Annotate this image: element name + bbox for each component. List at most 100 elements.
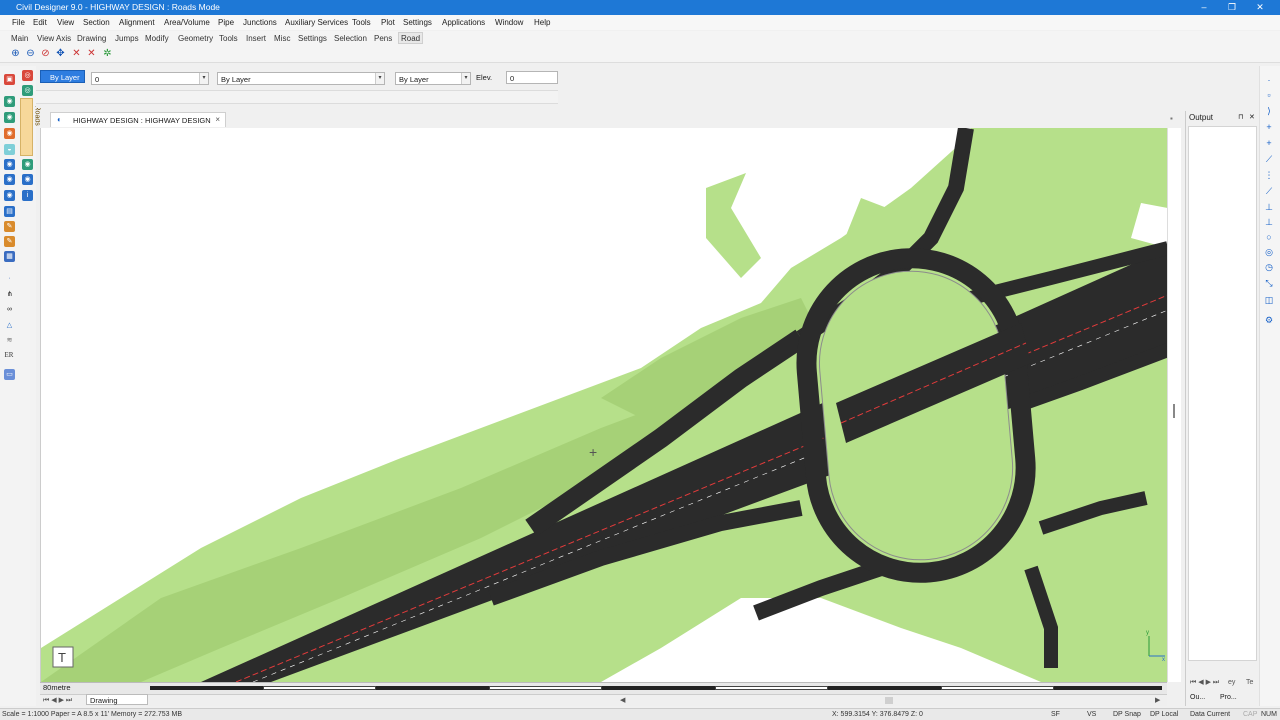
pin-icon[interactable]: ⊓: [1238, 113, 1243, 121]
perpendicular-snap-icon[interactable]: ⟋: [1264, 154, 1274, 164]
vertical-scrollbar[interactable]: [1167, 128, 1181, 682]
terrain-tool-icon[interactable]: ◉: [4, 128, 15, 139]
elevation-input[interactable]: 0: [506, 71, 558, 84]
panel-tab-3[interactable]: ey: [1228, 679, 1235, 686]
tangent-snap-icon[interactable]: ⊥: [1264, 202, 1274, 212]
table-tool-icon[interactable]: ▤: [4, 206, 15, 217]
zoom-extents-icon[interactable]: ✕: [71, 48, 82, 59]
pipe-tool-icon[interactable]: ◉: [4, 174, 15, 185]
midpoint-snap-icon[interactable]: +: [1264, 122, 1274, 132]
tab-pens[interactable]: Pens: [374, 34, 392, 43]
menu-applications[interactable]: Applications: [442, 18, 485, 27]
tab-selection[interactable]: Selection: [334, 34, 367, 43]
chevron-down-icon[interactable]: ▾: [375, 73, 384, 84]
square-snap-icon[interactable]: ▫: [1264, 90, 1274, 100]
grid-snap-icon[interactable]: ⋮: [1264, 170, 1274, 180]
scroll-right-icon[interactable]: ▶: [1155, 696, 1160, 704]
maximize-button[interactable]: ❐: [1222, 1, 1242, 14]
point-snap-icon[interactable]: ·: [1264, 75, 1274, 85]
zoom-previous-icon[interactable]: ✕: [86, 48, 97, 59]
menu-auxiliary-services[interactable]: Auxiliary Services: [285, 18, 348, 27]
drain-tool-icon[interactable]: ◉: [22, 174, 33, 185]
scrollbar-thumb[interactable]: [1173, 404, 1175, 418]
scroll-left-icon[interactable]: ◀: [620, 696, 625, 704]
nearest-snap-icon[interactable]: ⟋: [1264, 186, 1274, 196]
dp-local-toggle[interactable]: DP Local: [1147, 710, 1181, 720]
intersection-snap-icon[interactable]: +: [1264, 138, 1274, 148]
data-current-toggle[interactable]: Data Current: [1187, 710, 1233, 720]
tab-modify[interactable]: Modify: [145, 34, 169, 43]
roads-panel-tab[interactable]: Roads: [20, 98, 41, 156]
volume-tool-icon[interactable]: ◉: [22, 159, 33, 170]
menu-pipe[interactable]: Pipe: [218, 18, 234, 27]
close-panel-button[interactable]: ✕: [1249, 113, 1255, 121]
menu-plot[interactable]: Plot: [381, 18, 395, 27]
panel-tab-4[interactable]: Te: [1246, 679, 1253, 686]
settings-gear-icon[interactable]: ✲: [102, 48, 113, 59]
grid-tool-icon[interactable]: ◉: [4, 190, 15, 201]
layout-nav-icon[interactable]: ⏮ ◀ ▶ ⏭: [43, 696, 72, 705]
zoom-out-icon[interactable]: ⊖: [25, 48, 36, 59]
sf-toggle[interactable]: SF: [1048, 710, 1063, 720]
tab-tools[interactable]: Tools: [219, 34, 238, 43]
dp-snap-toggle[interactable]: DP Snap: [1110, 710, 1144, 720]
chevron-down-icon[interactable]: ▾: [199, 73, 208, 84]
panel-nav-icon[interactable]: ⏮ ◀ ▶ ⏭: [1190, 678, 1219, 687]
link-tool-icon[interactable]: ∞: [4, 304, 15, 315]
intersection-tool-icon[interactable]: ◎: [22, 85, 33, 96]
tab-view-axis[interactable]: View Axis: [37, 34, 71, 43]
minimize-button[interactable]: –: [1194, 1, 1214, 14]
properties-tab[interactable]: Pro...: [1220, 694, 1237, 701]
tab-road[interactable]: Road: [398, 32, 424, 44]
circle-snap-icon[interactable]: ○: [1264, 232, 1274, 242]
pan-icon[interactable]: ✥: [55, 48, 66, 59]
section-tool-icon[interactable]: ◉: [4, 112, 15, 123]
tab-geometry[interactable]: Geometry: [178, 34, 213, 43]
triangle-tool-icon[interactable]: △: [4, 320, 15, 331]
profile-tool-icon[interactable]: ◉: [4, 159, 15, 170]
node-snap-icon[interactable]: ◫: [1264, 295, 1274, 305]
menu-window[interactable]: Window: [495, 18, 523, 27]
tab-settings[interactable]: Settings: [298, 34, 327, 43]
menu-settings[interactable]: Settings: [403, 18, 432, 27]
edit-tool-icon[interactable]: ✎: [4, 221, 15, 232]
menu-section[interactable]: Section: [83, 18, 110, 27]
zoom-in-icon[interactable]: ⊕: [10, 48, 21, 59]
menu-help[interactable]: Help: [534, 18, 550, 27]
horizontal-scroll-thumb[interactable]: [885, 697, 893, 704]
color-bylayer-button[interactable]: By Layer: [40, 70, 85, 83]
menu-area-volume[interactable]: Area/Volume: [164, 18, 210, 27]
hatch-tool-icon[interactable]: ≋: [4, 335, 15, 346]
output-tab[interactable]: Ou...: [1190, 694, 1205, 701]
vs-toggle[interactable]: VS: [1084, 710, 1099, 720]
lineweight-select[interactable]: By Layer ▾: [395, 72, 471, 85]
parallel-snap-icon[interactable]: ⊥: [1264, 217, 1274, 227]
close-tab-button[interactable]: ×: [215, 115, 220, 124]
endpoint-snap-icon[interactable]: ⟩: [1264, 106, 1274, 116]
tab-list-icon[interactable]: ▪: [1170, 114, 1173, 123]
map-tool-icon[interactable]: ▦: [4, 251, 15, 262]
extension-snap-icon[interactable]: ⤡: [1264, 278, 1274, 288]
center-snap-icon[interactable]: ◎: [1264, 247, 1274, 257]
tab-main[interactable]: Main: [11, 34, 28, 43]
tab-jumps[interactable]: Jumps: [115, 34, 139, 43]
menu-view[interactable]: View: [57, 18, 74, 27]
menu-file[interactable]: File: [12, 18, 25, 27]
road-tool-icon[interactable]: ▣: [4, 74, 15, 85]
layer-tool-icon[interactable]: ◒: [4, 144, 15, 155]
window-tool-icon[interactable]: ▭: [4, 369, 15, 380]
tab-drawing[interactable]: Drawing: [77, 34, 106, 43]
menu-alignment[interactable]: Alignment: [119, 18, 155, 27]
point-tool-icon[interactable]: ·: [4, 273, 15, 284]
er-label[interactable]: ER: [2, 350, 16, 361]
chainage-tool-icon[interactable]: ⋔: [4, 289, 15, 300]
menu-junctions[interactable]: Junctions: [243, 18, 277, 27]
junction-tool-icon[interactable]: ◎: [22, 70, 33, 81]
zoom-window-icon[interactable]: ⊘: [40, 48, 51, 59]
quadrant-snap-icon[interactable]: ◷: [1264, 262, 1274, 272]
menu-tools[interactable]: Tools: [352, 18, 371, 27]
draw-tool-icon[interactable]: ✎: [4, 236, 15, 247]
document-tab[interactable]: ◐ HIGHWAY DESIGN : HIGHWAY DESIGN ×: [50, 112, 226, 127]
drawing-canvas[interactable]: + y x T: [40, 128, 1167, 682]
info-icon[interactable]: i: [22, 190, 33, 201]
